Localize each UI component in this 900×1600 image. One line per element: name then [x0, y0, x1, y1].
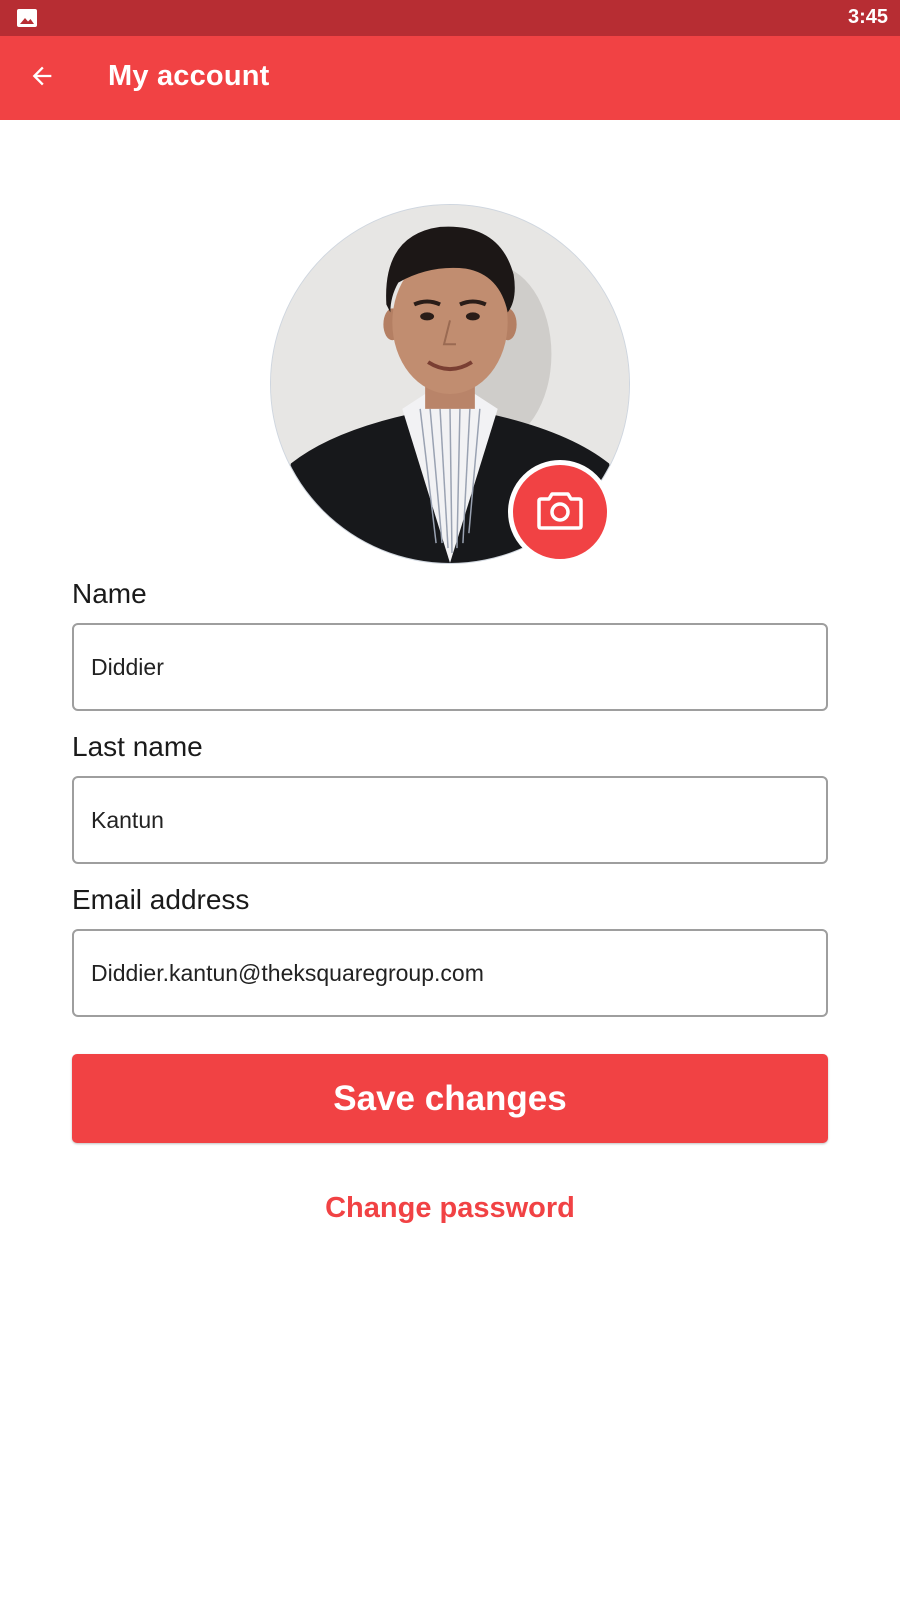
- save-changes-button[interactable]: Save changes: [72, 1054, 828, 1143]
- status-bar: 3:45: [0, 0, 900, 36]
- back-button[interactable]: [22, 58, 62, 98]
- email-field[interactable]: [72, 929, 828, 1017]
- name-field[interactable]: [72, 623, 828, 711]
- last-name-label: Last name: [72, 731, 203, 762]
- avatar-container: [270, 204, 630, 564]
- change-photo-button[interactable]: [508, 460, 612, 564]
- app-bar: My account: [0, 36, 900, 120]
- image-notification-icon: [16, 8, 38, 28]
- last-name-field[interactable]: [72, 776, 828, 864]
- arrow-back-icon: [28, 62, 56, 95]
- name-label: Name: [72, 578, 147, 609]
- camera-icon: [537, 490, 583, 535]
- change-password-link[interactable]: Change password: [0, 1192, 900, 1225]
- page-title: My account: [108, 60, 270, 92]
- status-time: 3:45: [847, 6, 888, 28]
- email-label: Email address: [72, 884, 250, 915]
